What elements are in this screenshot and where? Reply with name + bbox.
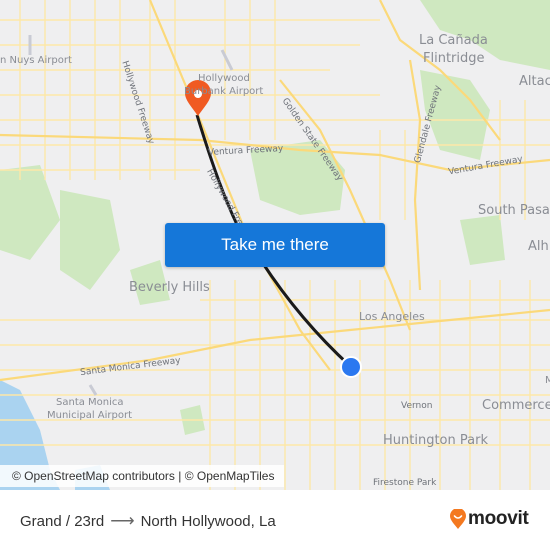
moovit-logo[interactable]: moovit — [450, 508, 529, 530]
label-van-nuys-airport: n Nuys Airport — [0, 55, 72, 66]
route-title: Grand / 23rd ⟶ North Hollywood, La — [20, 511, 276, 531]
label-flintridge: Flintridge — [423, 51, 485, 66]
attribution-text[interactable]: © OpenStreetMap contributors | © OpenMap… — [12, 469, 274, 483]
label-los-angeles: Los Angeles — [359, 310, 425, 323]
label-beverly-hills: Beverly Hills — [129, 280, 210, 295]
moovit-logo-text: moovit — [468, 508, 529, 529]
label-huntington-park: Huntington Park — [383, 433, 488, 448]
moovit-pin-icon — [450, 509, 466, 529]
label-firestone-park: Firestone Park — [373, 478, 437, 488]
label-alhambra: Alh — [528, 239, 549, 254]
arrow-right-icon: ⟶ — [110, 511, 135, 530]
destination-name: North Hollywood, La — [140, 512, 276, 530]
map-attribution[interactable]: © OpenStreetMap contributors | © OpenMap… — [0, 465, 285, 487]
label-hollywood-burbank-2: Burbank Airport — [184, 86, 264, 97]
origin-marker[interactable] — [340, 356, 362, 378]
label-south-pasadena: South Pasa — [478, 203, 550, 218]
label-commerce: Commerce — [482, 398, 550, 413]
label-la-canada: La Cañada — [419, 33, 488, 48]
label-municipal-airport: Municipal Airport — [47, 410, 133, 421]
label-santa-monica-airport: Santa Monica — [56, 397, 124, 408]
label-hollywood-burbank: Hollywood — [198, 73, 250, 84]
origin-name: Grand / 23rd — [20, 512, 105, 530]
label-vernon: Vernon — [401, 401, 433, 411]
map[interactable]: n Nuys Airport Hollywood Burbank Airport… — [0, 0, 550, 490]
take-me-there-button[interactable]: Take me there — [165, 223, 385, 267]
label-m-partial: M — [545, 375, 550, 386]
label-altadena: Altac — [519, 74, 550, 89]
